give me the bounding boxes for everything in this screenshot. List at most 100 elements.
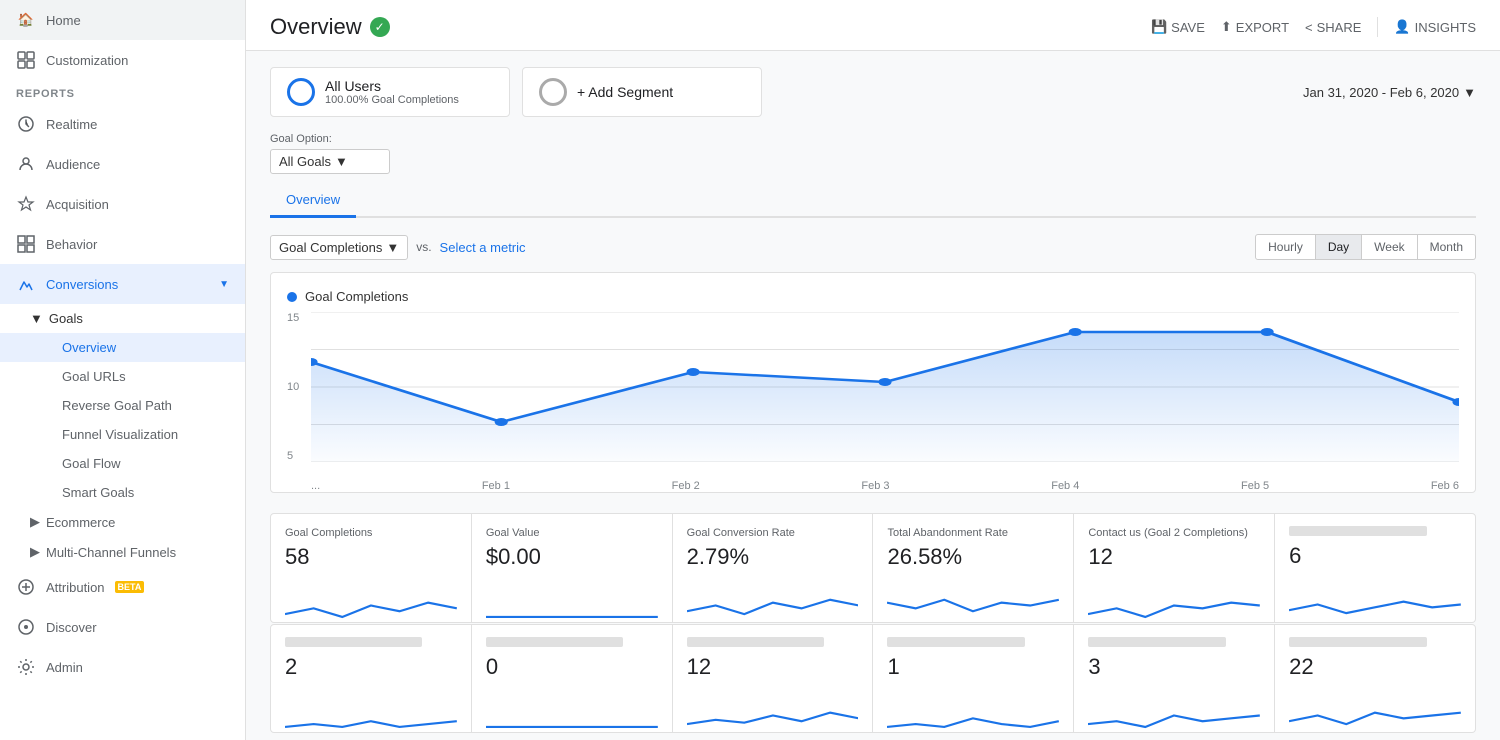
sidebar-item-reverse-goal-path[interactable]: Reverse Goal Path [0,391,245,420]
metric-selector-chevron: ▼ [386,240,399,255]
admin-icon [16,657,36,677]
metric-value-r2c4: 1 [887,654,1059,680]
metric-value-conversion-rate: 2.79% [687,544,859,570]
insights-icon: 👤 [1394,19,1410,35]
metric-label-r2c6-blurred [1289,637,1426,647]
chart-svg [311,312,1459,462]
time-buttons: Hourly Day Week Month [1255,234,1476,260]
metric-value-r2c3: 12 [687,654,859,680]
sidebar: 🏠 Home Customization REPORTS Realtime Au… [0,0,246,740]
goal-option-label: Goal Option: [270,133,1476,145]
save-button[interactable]: 💾 SAVE [1151,19,1205,35]
metric-label-r2c4-blurred [887,637,1024,647]
metric-card-contact-us[interactable]: Contact us (Goal 2 Completions) 12 [1074,514,1274,622]
multichannel-chevron: ▶ [30,544,40,560]
sidebar-item-funnel-visualization[interactable]: Funnel Visualization [0,420,245,449]
metric-card-r2c6[interactable]: 22 [1275,625,1475,732]
realtime-icon [16,114,36,134]
sidebar-goals-category[interactable]: ▼ Goals [0,304,245,333]
share-icon: < [1305,20,1313,35]
metric-selector[interactable]: Goal Completions ▼ [270,235,408,260]
sidebar-item-discover[interactable]: Discover [0,607,245,647]
metric-value-contact-us: 12 [1088,544,1260,570]
metric-cards-row2: 2 0 12 1 [270,624,1476,733]
sidebar-item-admin[interactable]: Admin [0,647,245,687]
sidebar-item-behavior[interactable]: Behavior [0,224,245,264]
chart-area: 15 10 5 [271,312,1475,492]
sparkline-goal-completions [285,574,457,610]
metric-card-goal-value[interactable]: Goal Value $0.00 [472,514,672,622]
metric-value-goal-completions: 58 [285,544,457,570]
metric-value-r2c6: 22 [1289,654,1461,680]
sidebar-item-smart-goals[interactable]: Smart Goals [0,478,245,507]
metric-card-goal-completions[interactable]: Goal Completions 58 [271,514,471,622]
active-segment-chip[interactable]: All Users 100.00% Goal Completions [270,67,510,117]
topbar: Overview ✓ 💾 SAVE ⬆ EXPORT < SHARE 👤 INS… [246,0,1500,51]
sidebar-item-goal-flow[interactable]: Goal Flow [0,449,245,478]
chart-controls: Goal Completions ▼ vs. Select a metric H… [270,234,1476,260]
metric-card-r2c3[interactable]: 12 [673,625,873,732]
metric-card-r2c1[interactable]: 2 [271,625,471,732]
content-area: All Users 100.00% Goal Completions + Add… [246,51,1500,740]
sidebar-multichannel-category[interactable]: ▶ Multi-Channel Funnels [0,537,245,567]
goals-chevron: ▼ [30,311,43,326]
save-icon: 💾 [1151,19,1167,35]
metric-label-r2c3-blurred [687,637,824,647]
select-metric-link[interactable]: Select a metric [440,240,526,255]
audience-icon [16,154,36,174]
metric-label-goal-completions: Goal Completions [285,526,457,540]
chart-y-labels: 15 10 5 [287,312,299,462]
add-segment-chip[interactable]: + Add Segment [522,67,762,117]
sparkline-contact-us [1088,574,1260,610]
date-range-picker[interactable]: Jan 31, 2020 - Feb 6, 2020 ▼ [1303,85,1476,100]
date-range-chevron: ▼ [1463,85,1476,100]
conversions-chevron: ▼ [219,279,229,290]
conversions-icon [16,274,36,294]
metric-value-goal-value: $0.00 [486,544,658,570]
metric-card-card6[interactable]: 6 [1275,514,1475,622]
metric-card-conversion-rate[interactable]: Goal Conversion Rate 2.79% [673,514,873,622]
sparkline-goal-value [486,574,658,610]
tabs-row: Overview [270,184,1476,218]
insights-button[interactable]: 👤 INSIGHTS [1394,19,1476,35]
tab-overview[interactable]: Overview [270,184,356,218]
export-icon: ⬆ [1221,19,1232,35]
time-btn-day[interactable]: Day [1316,234,1362,260]
add-segment-label: + Add Segment [577,84,673,100]
time-btn-hourly[interactable]: Hourly [1255,234,1316,260]
metric-card-r2c2[interactable]: 0 [472,625,672,732]
time-btn-month[interactable]: Month [1418,234,1476,260]
chart-x-labels: ... Feb 1 Feb 2 Feb 3 Feb 4 Feb 5 Feb 6 [311,480,1459,492]
goal-select-chevron: ▼ [335,154,348,169]
metric-card-r2c4[interactable]: 1 [873,625,1073,732]
metric-label-conversion-rate: Goal Conversion Rate [687,526,859,540]
metric-card-r2c5[interactable]: 3 [1074,625,1274,732]
page-title: Overview ✓ [270,14,390,40]
sidebar-item-conversions[interactable]: Conversions ▼ [0,264,245,304]
goal-select[interactable]: All Goals ▼ [270,149,390,174]
sidebar-item-overview[interactable]: Overview [0,333,245,362]
sidebar-item-audience[interactable]: Audience [0,144,245,184]
sidebar-item-home[interactable]: 🏠 Home [0,0,245,40]
metric-value-r2c2: 0 [486,654,658,680]
metric-label-r2c5-blurred [1088,637,1225,647]
sidebar-item-acquisition[interactable]: Acquisition [0,184,245,224]
sidebar-item-realtime[interactable]: Realtime [0,104,245,144]
sidebar-item-customization[interactable]: Customization [0,40,245,80]
export-button[interactable]: ⬆ EXPORT [1221,19,1289,35]
time-btn-week[interactable]: Week [1362,234,1417,260]
segment-circle-active [287,78,315,106]
verified-icon: ✓ [370,17,390,37]
topbar-actions: 💾 SAVE ⬆ EXPORT < SHARE 👤 INSIGHTS [1151,17,1476,37]
segment-sub: 100.00% Goal Completions [325,94,459,106]
sidebar-ecommerce-category[interactable]: ▶ Ecommerce [0,507,245,537]
sidebar-item-goal-urls[interactable]: Goal URLs [0,362,245,391]
sparkline-r2c2 [486,684,658,720]
goal-option-row: Goal Option: All Goals ▼ [270,133,1476,174]
share-button[interactable]: < SHARE [1305,20,1361,35]
metric-card-abandonment-rate[interactable]: Total Abandonment Rate 26.58% [873,514,1073,622]
ecommerce-chevron: ▶ [30,514,40,530]
sparkline-r2c6 [1289,684,1461,720]
discover-icon [16,617,36,637]
sidebar-item-attribution[interactable]: Attribution BETA [0,567,245,607]
